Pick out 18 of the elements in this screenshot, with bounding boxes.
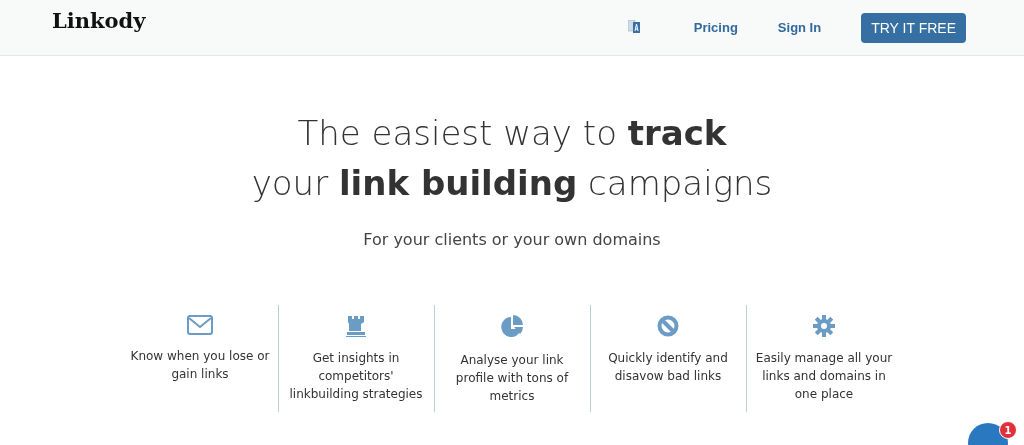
ban-icon [657,315,679,337]
feature-text: Quickly identify and disavow bad links [607,350,729,385]
headline: The easiest way to track your link building campaigns [250,112,774,205]
feature-text: Know when you lose or gain links [129,348,271,383]
nav-link[interactable]: Sign In [777,20,822,35]
pie-chart-icon [500,315,524,339]
nav-link[interactable]: Pricing [693,20,738,35]
translate-icon[interactable] [627,20,640,33]
subtitle: For your clients or your own domains [362,230,662,249]
try-free-button[interactable]: TRY IT FREE [861,12,966,43]
rook-icon [345,315,367,337]
envelope-icon [187,315,213,335]
notification-badge: 1 [999,421,1017,439]
logo[interactable]: Linkody [52,8,146,33]
feature-text: Easily manage all your links and domains in one place [754,350,894,403]
feature-text: Analyse your link profile with tons of metrics [454,352,570,405]
feature-text: Get insights in competitors' linkbuilding strategies [288,350,424,403]
gear-icon [813,315,835,337]
